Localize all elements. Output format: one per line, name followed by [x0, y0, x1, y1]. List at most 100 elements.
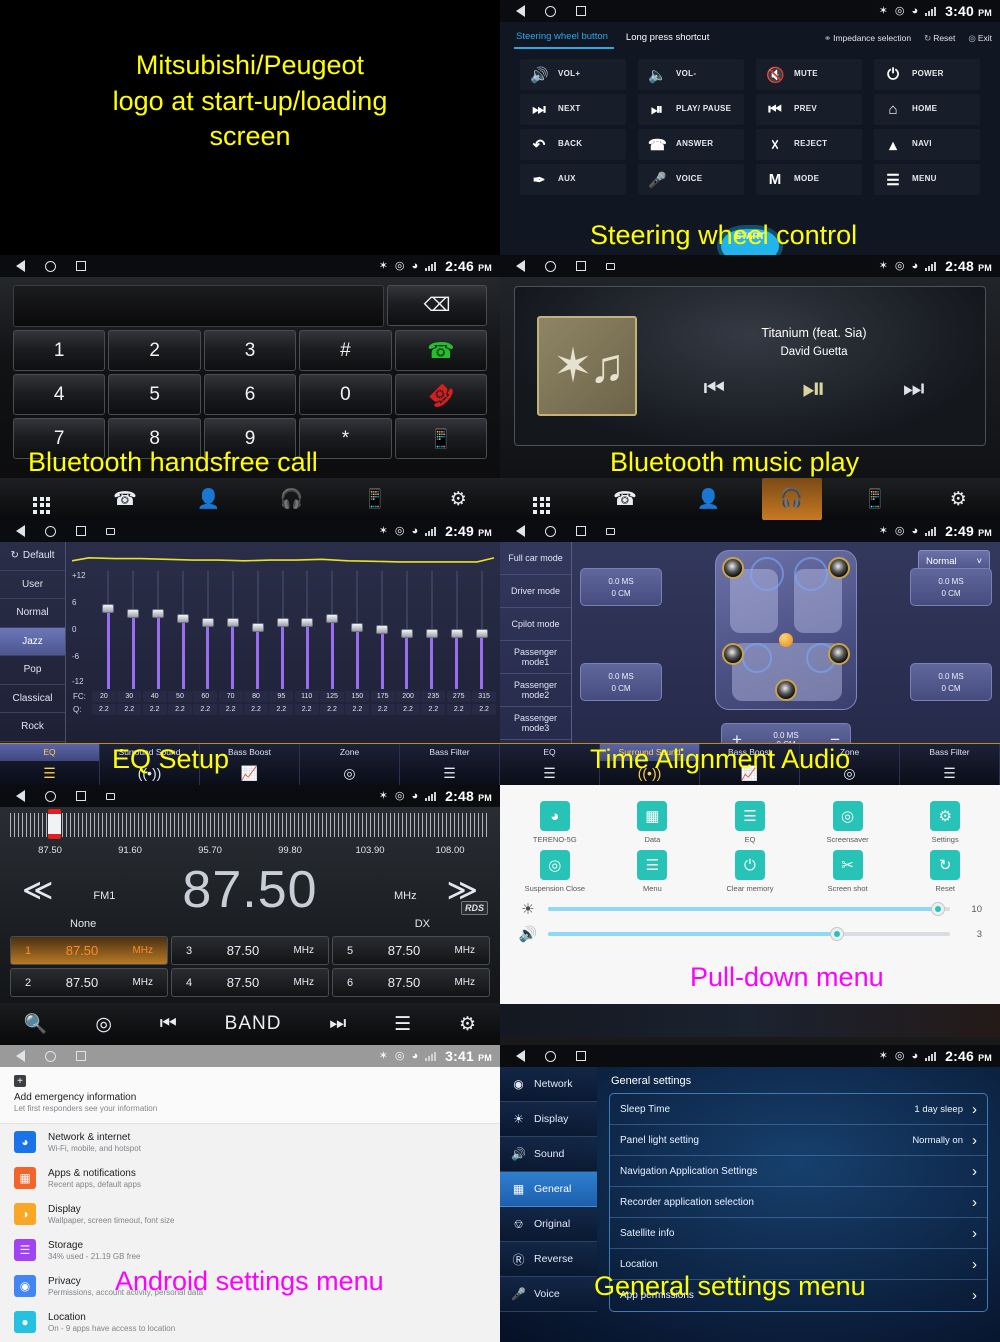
eq-q-cells[interactable]: 2.2 2.2 2.2 2.2 2.2 2.2 2.2 2.2 2.2 2.2 2.2 2.2 2.2 2…	[92, 704, 496, 715]
eq-fc-cell[interactable]: 95	[269, 691, 294, 702]
tile-screen-shot[interactable]: ✂ Screen shot	[799, 850, 897, 893]
eq-band-slider-40[interactable]	[146, 571, 171, 689]
tab-steering-wheel-button[interactable]: Steering wheel button	[514, 28, 614, 49]
sw-button-vol-up[interactable]: 🔊 VOL+	[520, 59, 626, 90]
screenshot-icon[interactable]	[606, 527, 615, 535]
eq-band-slider-200[interactable]	[395, 571, 420, 689]
sw-button-home[interactable]: ⌂ HOME	[874, 94, 980, 125]
radio-preset-3[interactable]: 3 87.50 MHz	[171, 936, 329, 965]
speaker-front-right[interactable]	[828, 557, 850, 579]
band-button[interactable]: BAND	[225, 1013, 282, 1035]
eq-preset-pop[interactable]: Pop	[0, 656, 65, 685]
mode-full-car[interactable]: Full car mode	[500, 542, 571, 575]
eq-fc-cell[interactable]: 30	[117, 691, 142, 702]
eq-fc-cell[interactable]: 125	[320, 691, 344, 702]
tile-settings[interactable]: ⚙ Settings	[896, 801, 994, 844]
recents-icon[interactable]	[76, 1051, 86, 1061]
emergency-info-card[interactable]: + Add emergency information Let first re…	[0, 1067, 500, 1124]
audio-tab-label-zone[interactable]: Zone	[300, 744, 400, 761]
android-nav-buttons[interactable]	[16, 790, 115, 802]
mode-driver[interactable]: Driver mode	[500, 575, 571, 608]
tile-wifi[interactable]: ◕ TERENO-5G	[506, 801, 604, 844]
tile-suspension-close[interactable]: ◎ Suspension Close	[506, 850, 604, 893]
android-nav-buttons[interactable]	[16, 525, 115, 537]
tile-clear-memory[interactable]: ⏻ Clear memory	[701, 850, 799, 893]
impedance-selection-button[interactable]: ⚭ Impedance selection	[824, 33, 911, 44]
tab-long-press-shortcut[interactable]: Long press shortcut	[624, 29, 715, 48]
eq-fc-cell[interactable]: 80	[244, 691, 268, 702]
settings-icon[interactable]: ⚙	[459, 1013, 476, 1036]
radio-preset-4[interactable]: 4 87.50 MHz	[171, 968, 329, 997]
sw-button-menu[interactable]: ☰ MENU	[874, 164, 980, 195]
tile-menu[interactable]: ☰ Menu	[604, 850, 702, 893]
recents-icon[interactable]	[76, 261, 86, 271]
mode-cpilot[interactable]: Cpilot mode	[500, 608, 571, 641]
home-icon[interactable]	[545, 525, 556, 537]
setting-row-navigation-app[interactable]: Navigation Application Settings ›	[610, 1156, 987, 1187]
sw-button-voice[interactable]: 🎤 VOICE	[638, 164, 744, 195]
delay-rear-right[interactable]: 0.0 MS 0 CM	[910, 663, 992, 701]
eq-q-cell[interactable]: 2.2	[320, 704, 344, 715]
eq-band-slider-60[interactable]	[196, 571, 221, 689]
eq-band-slider-30[interactable]	[121, 571, 146, 689]
eq-preset-normal[interactable]: Normal	[0, 599, 65, 628]
key-4[interactable]: 4	[13, 374, 106, 415]
back-icon[interactable]	[16, 790, 25, 802]
slider-knob[interactable]	[102, 604, 115, 614]
slider-knob[interactable]	[276, 618, 289, 628]
settings-item-storage[interactable]: ☰ Storage 34% used - 21.19 GB free	[0, 1232, 500, 1268]
home-icon[interactable]	[45, 260, 56, 272]
sw-button-prev[interactable]: ⏮ PREV	[756, 94, 862, 125]
slider-knob[interactable]	[400, 629, 413, 639]
back-icon[interactable]	[516, 260, 525, 272]
home-icon[interactable]	[45, 1050, 56, 1062]
tune-down-button[interactable]: ≪	[22, 873, 53, 908]
recents-icon[interactable]	[76, 791, 86, 801]
recents-icon[interactable]	[576, 261, 586, 271]
key-2[interactable]: 2	[108, 330, 201, 371]
eq-icon[interactable]: ☰	[0, 761, 100, 785]
settings-item-apps[interactable]: ▦ Apps & notifications Recent apps, defau…	[0, 1160, 500, 1196]
back-icon[interactable]	[516, 5, 525, 17]
radio-preset-5[interactable]: 5 87.50 MHz	[332, 936, 490, 965]
key-1[interactable]: 1	[13, 330, 106, 371]
eq-band-slider-95[interactable]	[270, 571, 295, 689]
delay-rear-left[interactable]: 0.0 MS 0 CM	[580, 663, 662, 701]
dock-apps[interactable]	[512, 485, 572, 514]
eq-fc-cell[interactable]: 60	[193, 691, 218, 702]
mode-passenger1[interactable]: Passenger mode1	[500, 641, 571, 674]
eq-band-slider-175[interactable]	[370, 571, 395, 689]
sidebar-item-display[interactable]: ☀ Display	[500, 1102, 597, 1137]
recents-icon[interactable]	[576, 1051, 586, 1061]
slider-knob[interactable]	[127, 608, 140, 618]
dock-bt-device[interactable]: 📱	[845, 487, 905, 511]
setting-row-recorder-app[interactable]: Recorder application selection ›	[610, 1187, 987, 1218]
screenshot-icon[interactable]	[106, 527, 115, 535]
back-icon[interactable]	[16, 525, 25, 537]
eq-preset-user[interactable]: User	[0, 571, 65, 599]
dial-cursor[interactable]	[48, 809, 61, 839]
setting-row-satellite-info[interactable]: Satellite info ›	[610, 1218, 987, 1249]
sw-button-answer[interactable]: ☎ ANSWER	[638, 129, 744, 160]
slider-knob[interactable]	[226, 618, 239, 628]
eq-fc-cell[interactable]: 110	[294, 691, 319, 702]
eq-fc-cell[interactable]: 175	[370, 691, 395, 702]
key-5[interactable]: 5	[108, 374, 201, 415]
sw-button-mode[interactable]: M MODE	[756, 164, 862, 195]
eq-band-sliders[interactable]	[96, 571, 494, 689]
sidebar-item-voice[interactable]: 🎤 Voice	[500, 1277, 597, 1312]
sw-button-mute[interactable]: 🔇 MUTE	[756, 59, 862, 90]
eq-q-cell[interactable]: 2.2	[294, 704, 319, 715]
hangup-button[interactable]: ☎	[394, 374, 488, 415]
recents-icon[interactable]	[576, 6, 586, 16]
brightness-slider[interactable]	[548, 902, 950, 916]
android-nav-buttons[interactable]	[16, 1050, 86, 1062]
radio-preset-2[interactable]: 2 87.50 MHz	[10, 968, 168, 997]
key-3[interactable]: 3	[203, 330, 297, 371]
transfer-call-button[interactable]: 📱	[394, 418, 488, 459]
android-nav-buttons[interactable]	[516, 5, 586, 17]
tile-reset[interactable]: ↻ Reset	[896, 850, 994, 893]
dock-contacts[interactable]: 👤	[678, 487, 738, 511]
backspace-button[interactable]: ⌫	[387, 285, 487, 326]
settings-item-network[interactable]: ◕ Network & internet Wi-Fi, mobile, and h…	[0, 1124, 500, 1160]
